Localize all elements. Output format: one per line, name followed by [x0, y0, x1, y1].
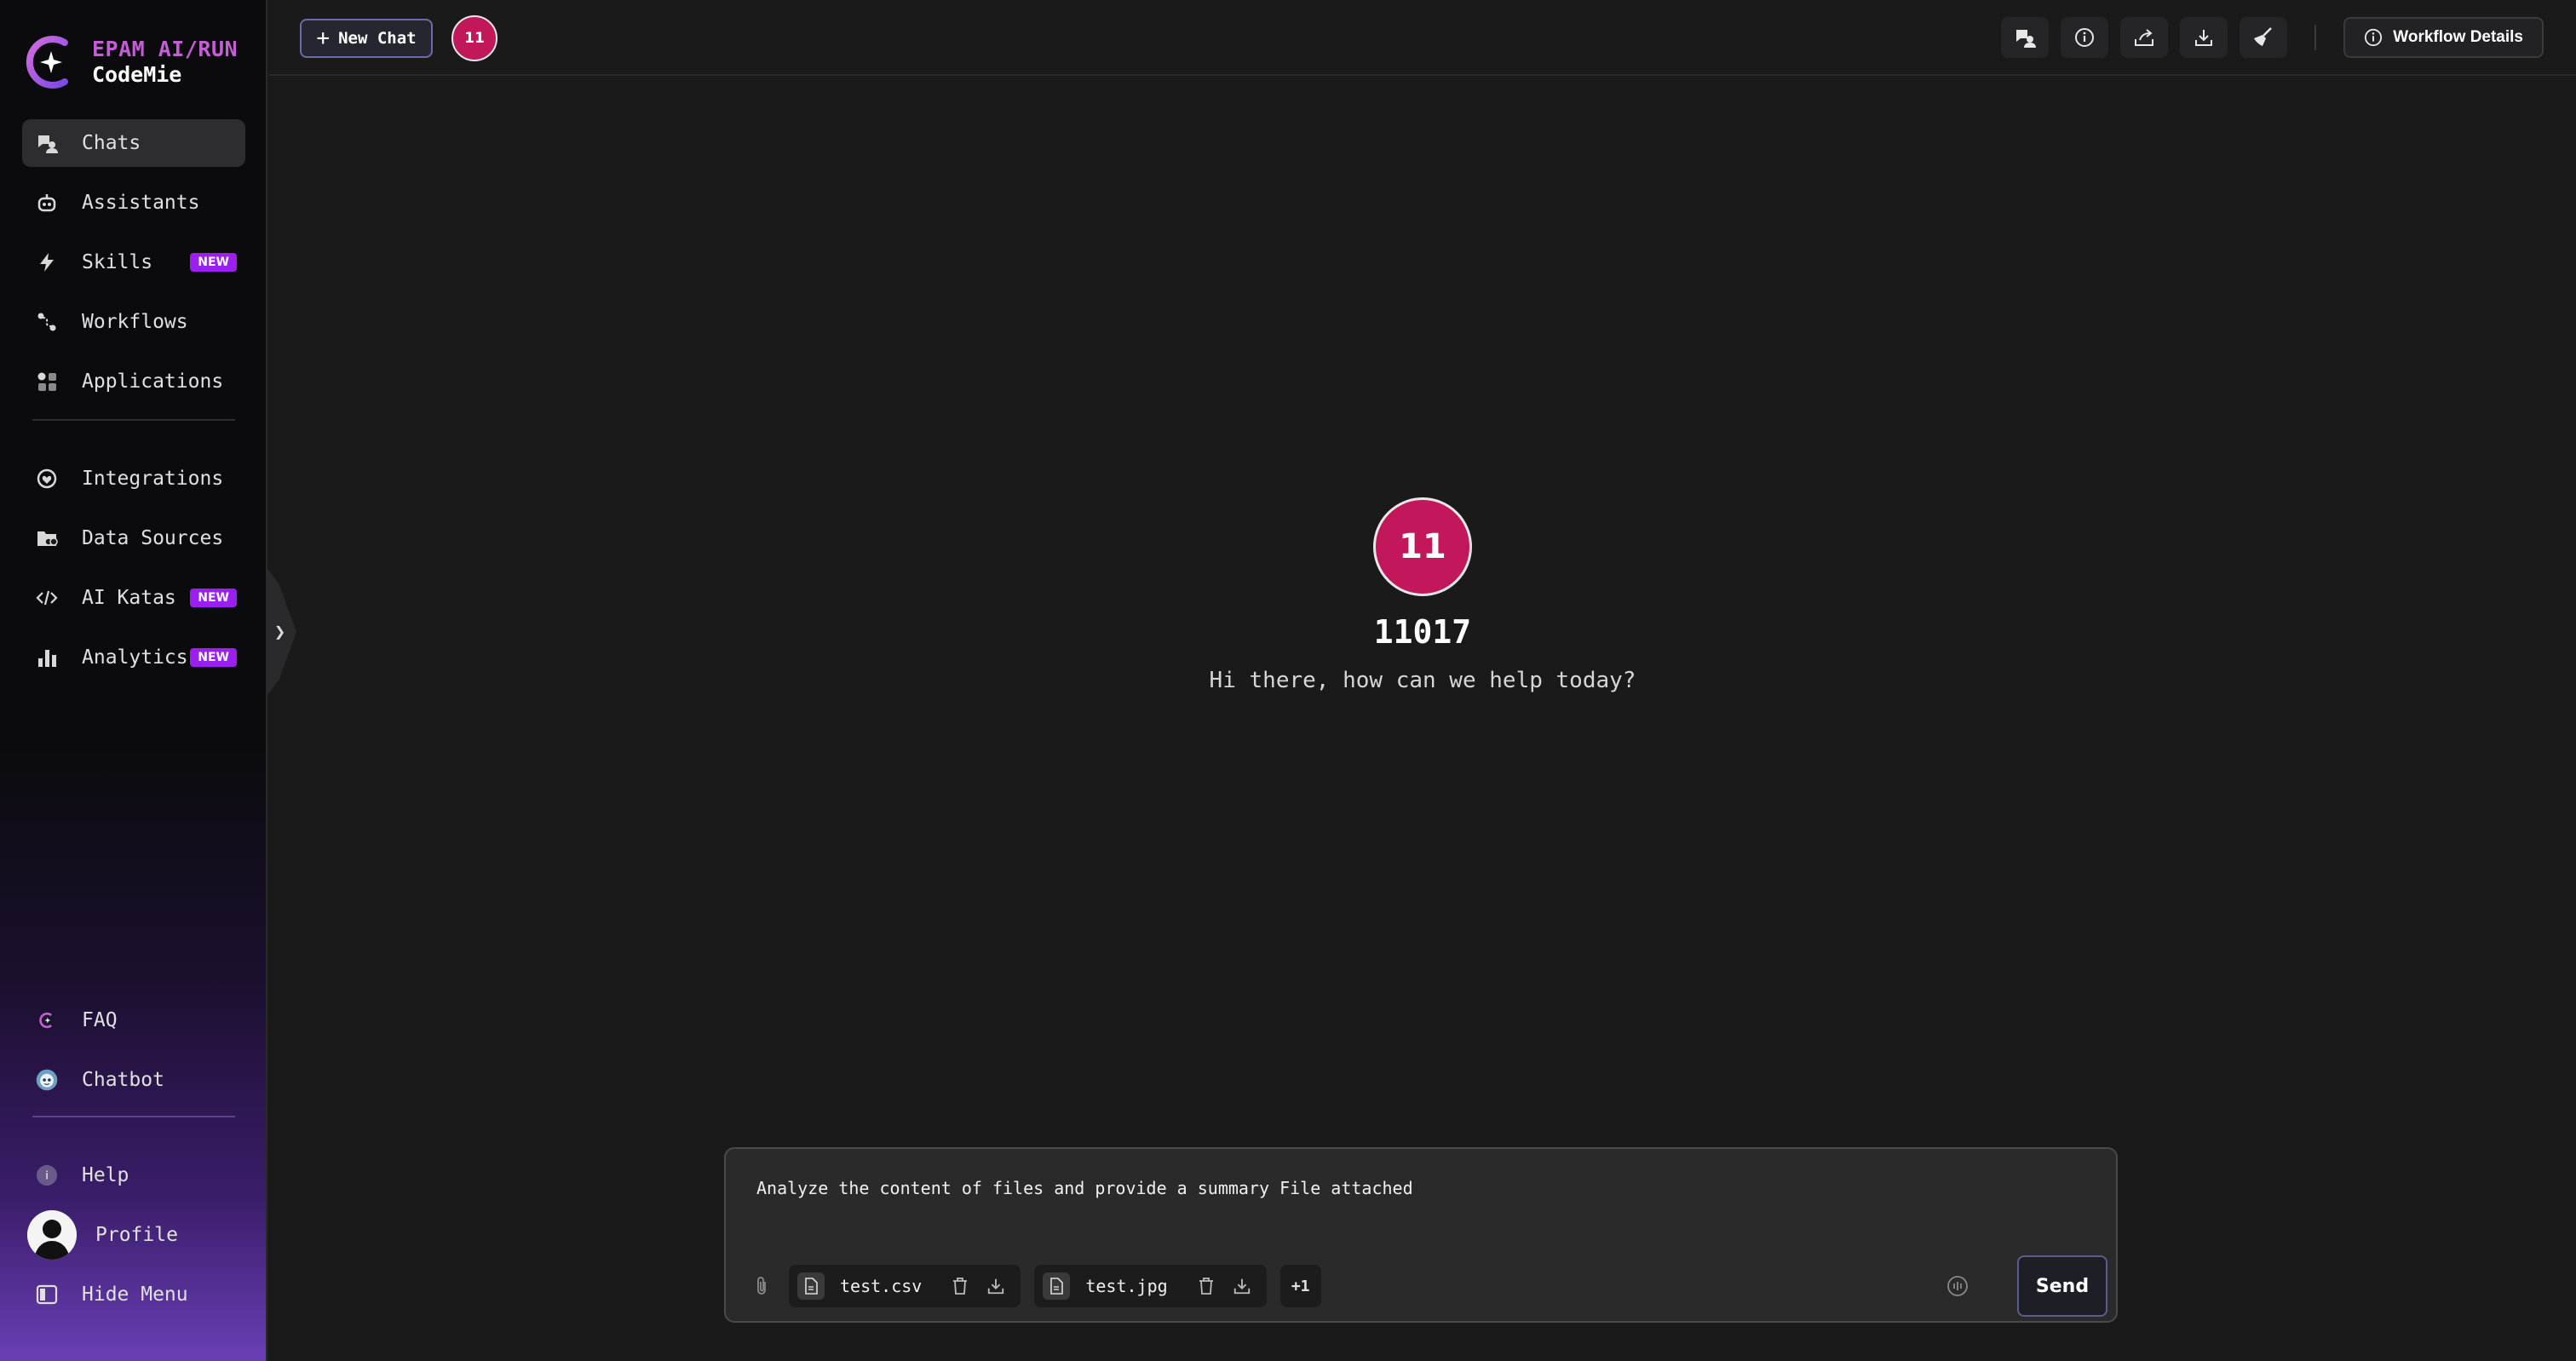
analytics-icon	[36, 646, 58, 669]
brand-logo[interactable]: EPAM AI/RUN CodeMie	[22, 34, 238, 90]
trash-icon[interactable]	[1193, 1277, 1219, 1295]
sidebar-item-label: Chats	[82, 132, 141, 154]
sidebar-item-label: Help	[82, 1164, 129, 1186]
chats-icon	[36, 132, 58, 154]
send-button[interactable]: Send	[2017, 1255, 2107, 1317]
data-sources-icon	[36, 527, 58, 549]
bottom-divider	[32, 1116, 235, 1117]
bottom-nav: FAQ Chatbot i Help Profile Hide Menu	[22, 996, 245, 1330]
top-header: + New Chat 11 Workflow Details	[269, 0, 2576, 76]
sidebar-item-workflows[interactable]: Workflows	[22, 298, 245, 346]
hide-menu-icon	[36, 1283, 58, 1306]
workflow-details-button[interactable]: Workflow Details	[2343, 17, 2544, 58]
message-composer[interactable]: Analyze the content of files and provide…	[724, 1147, 2118, 1323]
new-badge: NEW	[190, 648, 237, 667]
workflow-icon	[36, 311, 58, 333]
nav-divider	[32, 419, 235, 421]
sidebar-item-hide-menu[interactable]: Hide Menu	[22, 1271, 245, 1318]
sidebar-item-faq[interactable]: FAQ	[22, 996, 245, 1044]
share-icon[interactable]	[2120, 17, 2169, 58]
brand-line1: EPAM AI/RUN	[92, 37, 239, 61]
sidebar-item-analytics[interactable]: Analytics NEW	[22, 634, 245, 681]
sidebar-item-label: Data Sources	[82, 527, 224, 549]
sidebar-item-skills[interactable]: Skills NEW	[22, 238, 245, 286]
sidebar-item-label: Chatbot	[82, 1069, 164, 1091]
code-icon	[36, 587, 58, 609]
new-badge: NEW	[190, 253, 237, 272]
plus-icon: +	[316, 26, 331, 51]
help-icon: i	[36, 1164, 58, 1186]
sidebar-item-label: FAQ	[82, 1009, 118, 1031]
lightning-icon	[36, 251, 58, 273]
sidebar-item-chats[interactable]: Chats	[22, 119, 245, 167]
sidebar-item-applications[interactable]: Applications	[22, 358, 245, 405]
file-name: test.jpg	[1085, 1276, 1168, 1296]
assistant-icon	[36, 192, 58, 214]
greeting-text: Hi there, how can we help today?	[1209, 668, 1636, 693]
sidebar-item-label: Applications	[82, 370, 224, 393]
file-chip: test.csv	[789, 1265, 1021, 1307]
trash-icon[interactable]	[947, 1277, 973, 1295]
more-files-chip[interactable]: +1	[1279, 1265, 1321, 1307]
sidebar-item-label: Workflows	[82, 311, 188, 333]
new-chat-button[interactable]: + New Chat	[300, 19, 433, 58]
integrations-icon	[36, 468, 58, 490]
avatar	[27, 1210, 77, 1260]
sidebar-item-label: Hide Menu	[82, 1283, 188, 1306]
assistant-name: 11017	[1373, 613, 1472, 651]
info-icon	[2365, 28, 2383, 47]
sidebar-item-integrations[interactable]: Integrations	[22, 455, 245, 502]
info-icon[interactable]	[2061, 17, 2109, 58]
welcome-panel: 11 11017 Hi there, how can we help today…	[269, 497, 2576, 693]
sidebar-item-label: Profile	[95, 1224, 178, 1246]
faq-icon	[36, 1009, 58, 1031]
sidebar-item-chatbot[interactable]: Chatbot	[22, 1056, 245, 1104]
new-chat-label: New Chat	[338, 29, 417, 48]
assistant-avatar-large: 11	[1373, 497, 1472, 596]
codemie-logo-icon	[22, 34, 75, 90]
voice-input-icon[interactable]	[1941, 1275, 1975, 1297]
composer-toolbar: test.csv test.jpg +1 Send	[746, 1255, 2107, 1317]
file-icon	[797, 1272, 825, 1300]
file-icon	[1043, 1272, 1071, 1300]
sidebar: EPAM AI/RUN CodeMie Chats Assistants Ski…	[0, 0, 267, 1361]
sidebar-item-profile[interactable]: Profile	[22, 1210, 245, 1260]
file-name: test.csv	[840, 1276, 923, 1296]
sidebar-item-label: Assistants	[82, 192, 200, 214]
new-badge: NEW	[190, 589, 237, 607]
assistant-avatar[interactable]: 11	[451, 15, 497, 61]
sidebar-item-label: Integrations	[82, 468, 224, 490]
sidebar-item-help[interactable]: i Help	[22, 1151, 245, 1199]
paperclip-icon[interactable]	[746, 1276, 777, 1296]
sidebar-item-assistants[interactable]: Assistants	[22, 179, 245, 227]
sidebar-item-label: Analytics	[82, 646, 188, 669]
header-divider	[2314, 25, 2317, 50]
download-icon[interactable]	[983, 1277, 1009, 1295]
sidebar-item-label: Skills	[82, 251, 153, 273]
main-nav: Chats Assistants Skills NEW Workflows Ap…	[22, 119, 245, 693]
applications-icon	[36, 370, 58, 393]
workflow-details-label: Workflow Details	[2393, 28, 2523, 46]
download-icon[interactable]	[2180, 17, 2228, 58]
sidebar-item-data-sources[interactable]: Data Sources	[22, 514, 245, 562]
new-chat-icon[interactable]	[2001, 17, 2050, 58]
chatbot-icon	[36, 1069, 58, 1091]
download-icon[interactable]	[1229, 1277, 1255, 1295]
sidebar-item-ai-katas[interactable]: AI Katas NEW	[22, 574, 245, 622]
sidebar-item-label: AI Katas	[82, 587, 176, 609]
svg-text:i: i	[45, 1170, 49, 1183]
message-input[interactable]: Analyze the content of files and provide…	[756, 1178, 1413, 1198]
file-chip: test.jpg	[1034, 1265, 1267, 1307]
brand-line2: CodeMie	[92, 62, 182, 87]
clear-icon[interactable]	[2240, 17, 2288, 58]
header-actions: Workflow Details	[1989, 17, 2576, 58]
